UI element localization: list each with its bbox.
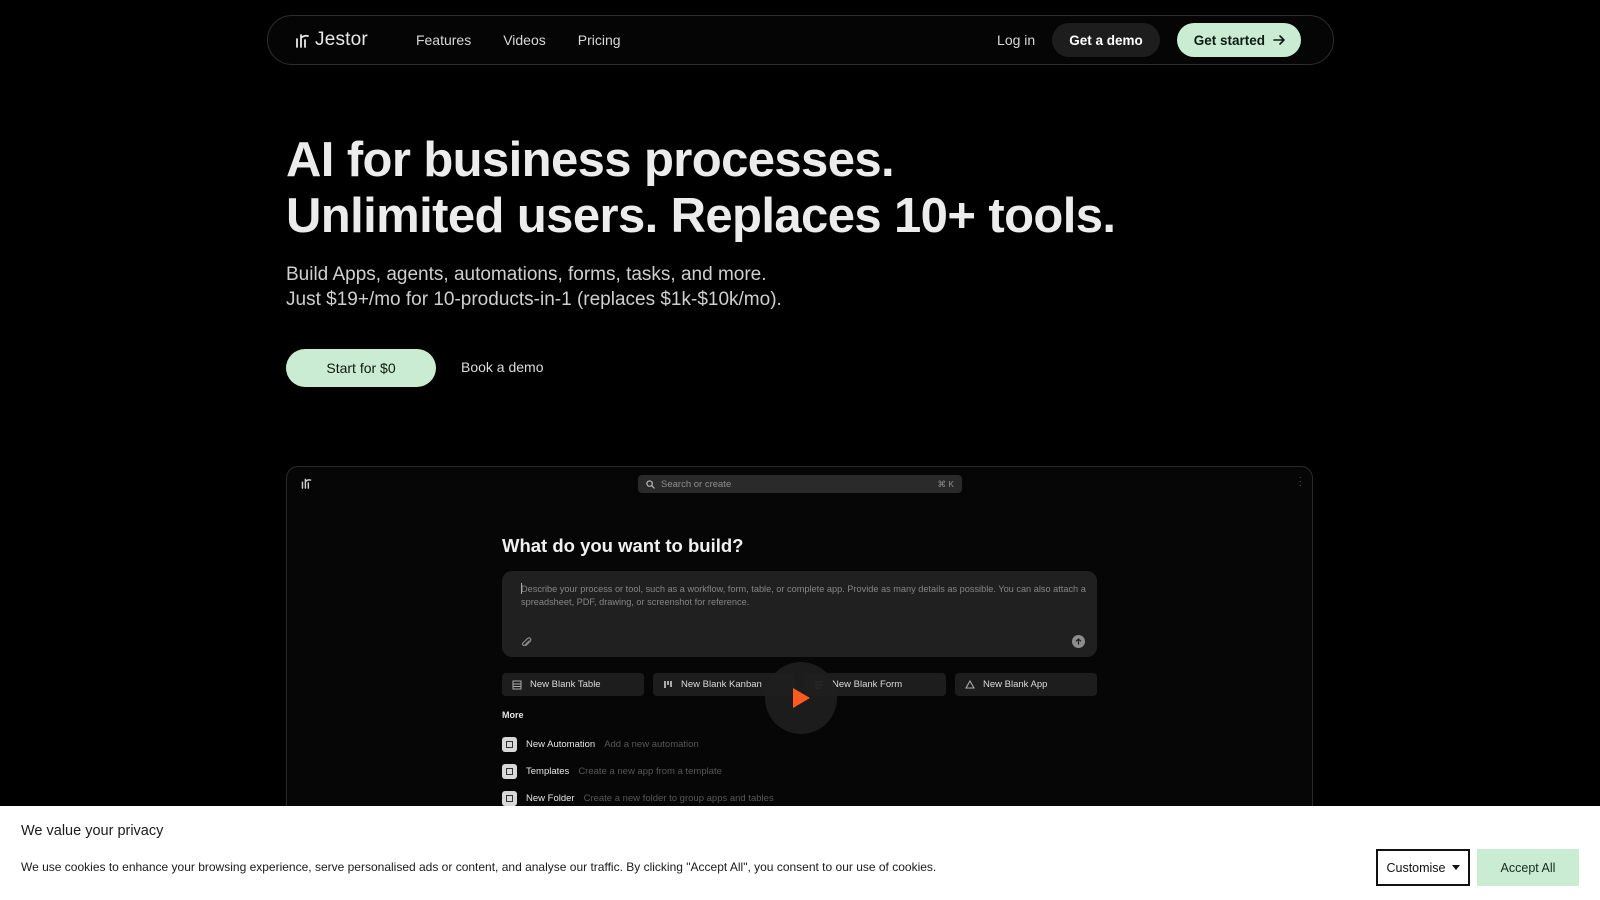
- chip-label: New Blank Table: [530, 679, 601, 690]
- customise-label: Customise: [1386, 860, 1446, 875]
- arrow-right-icon: [1273, 35, 1285, 45]
- new-blank-table-chip: New Blank Table: [502, 673, 644, 696]
- text-caret: [521, 583, 522, 594]
- paperclip-icon: [521, 637, 532, 647]
- caret-down-icon: [1451, 865, 1460, 870]
- preview-heading: What do you want to build?: [502, 535, 744, 556]
- get-started-label: Get started: [1193, 32, 1265, 48]
- row-desc: Add a new automation: [604, 739, 699, 750]
- app-preview-video[interactable]: Search or create ⌘ K · · · What do you wan…: [286, 466, 1313, 806]
- chip-label: New Blank Form: [832, 679, 903, 690]
- preview-search-shortcut: ⌘ K: [937, 478, 954, 489]
- row-desc: Create a new app from a template: [578, 766, 722, 777]
- nav-link-pricing[interactable]: Pricing: [578, 32, 621, 48]
- preview-search-bar: Search or create ⌘ K: [638, 475, 962, 493]
- customise-button[interactable]: Customise: [1376, 849, 1470, 886]
- hero-title-line1: AI for business processes.: [286, 133, 895, 187]
- nav-link-features[interactable]: Features: [416, 32, 471, 48]
- cookie-consent-banner: We value your privacy We use cookies to …: [0, 806, 1600, 900]
- hero-title: AI for business processes. Unlimited use…: [286, 132, 1116, 244]
- preview-search-placeholder: Search or create: [661, 478, 732, 490]
- logo[interactable]: Jestor: [295, 29, 368, 51]
- preview-prompt-placeholder: Describe your process or tool, such as a…: [521, 584, 1086, 607]
- automation-icon: [502, 737, 517, 752]
- accept-all-button[interactable]: Accept All: [1477, 849, 1579, 886]
- more-vertical-icon: · · ·: [1298, 472, 1302, 491]
- logo-text: Jestor: [315, 29, 368, 50]
- get-started-button[interactable]: Get started: [1176, 23, 1301, 57]
- row-name: Templates: [526, 766, 570, 777]
- templates-icon: [502, 764, 517, 779]
- app-icon: [965, 679, 976, 690]
- hero-title-line2: Unlimited users. Replaces 10+ tools.: [286, 189, 1116, 243]
- chip-label: New Blank Kanban: [681, 679, 762, 690]
- jestor-small-logo-icon: [301, 478, 312, 489]
- play-video-button[interactable]: [765, 662, 837, 734]
- book-demo-link[interactable]: Book a demo: [461, 359, 544, 375]
- play-icon: [793, 688, 810, 708]
- jestor-logo-icon: [296, 34, 309, 48]
- get-demo-label: Get a demo: [1069, 32, 1143, 48]
- new-folder-row: New Folder Create a new folder to group …: [502, 791, 774, 806]
- row-desc: Create a new folder to group apps and ta…: [583, 793, 774, 804]
- preview-prompt-box: Describe your process or tool, such as a…: [502, 571, 1097, 657]
- nav-actions: Log in Get a demo Get started: [997, 23, 1301, 57]
- start-free-button[interactable]: Start for $0: [286, 349, 436, 387]
- row-name: New Folder: [526, 793, 575, 804]
- search-icon: [646, 479, 655, 489]
- cookie-title: We value your privacy: [21, 823, 164, 839]
- login-link[interactable]: Log in: [997, 32, 1035, 48]
- folder-icon: [502, 791, 517, 806]
- kanban-icon: [663, 679, 674, 690]
- new-blank-app-chip: New Blank App: [955, 673, 1097, 696]
- hero-subtitle-line2: Just $19+/mo for 10-products-in-1 (repla…: [286, 289, 782, 310]
- hero-subtitle: Build Apps, agents, automations, forms, …: [286, 262, 782, 312]
- cookie-text: We use cookies to enhance your browsing …: [21, 860, 937, 874]
- templates-row: Templates Create a new app from a templa…: [502, 764, 722, 779]
- preview-more-label: More: [502, 710, 524, 720]
- hero-subtitle-line1: Build Apps, agents, automations, forms, …: [286, 264, 767, 285]
- chip-label: New Blank App: [983, 679, 1048, 690]
- new-automation-row: New Automation Add a new automation: [502, 737, 699, 752]
- get-demo-button[interactable]: Get a demo: [1052, 23, 1160, 57]
- row-name: New Automation: [526, 739, 596, 750]
- send-arrow-icon: [1072, 635, 1085, 648]
- table-icon: [512, 679, 523, 690]
- nav-links: Features Videos Pricing: [416, 32, 621, 48]
- top-navbar: Jestor Features Videos Pricing Log in Ge…: [267, 15, 1334, 65]
- nav-link-videos[interactable]: Videos: [503, 32, 546, 48]
